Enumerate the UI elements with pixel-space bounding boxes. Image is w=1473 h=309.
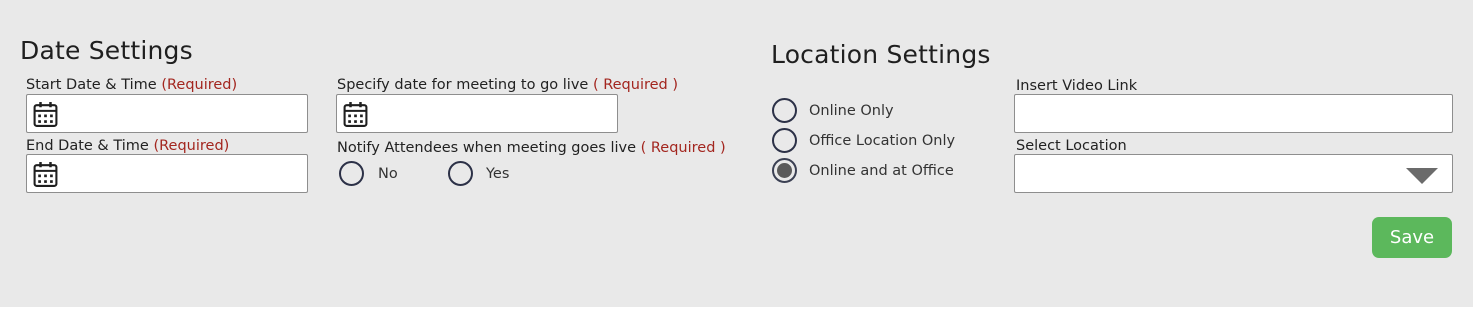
online-and-office-radio[interactable] (772, 158, 797, 183)
notify-no-label[interactable]: No (378, 166, 398, 182)
calendar-icon[interactable] (343, 101, 368, 128)
date-settings-title: Date Settings (20, 36, 193, 65)
select-location-dropdown[interactable] (1014, 154, 1453, 193)
start-date-label-text: Start Date & Time (26, 77, 157, 93)
required-marker: ( Required ) (592, 77, 679, 93)
online-only-label[interactable]: Online Only (809, 103, 894, 119)
notify-no-radio[interactable] (339, 161, 364, 186)
required-marker: ( Required ) (640, 140, 726, 156)
notify-yes-radio[interactable] (448, 161, 473, 186)
calendar-icon[interactable] (33, 161, 58, 188)
video-link-label: Insert Video Link (1016, 78, 1138, 94)
radio-selected-dot (777, 163, 792, 178)
calendar-icon[interactable] (33, 101, 58, 128)
end-date-label: End Date & Time (Required) (26, 138, 229, 154)
office-location-only-radio[interactable] (772, 128, 797, 153)
go-live-date-field[interactable] (336, 94, 618, 133)
online-only-radio[interactable] (772, 98, 797, 123)
video-link-input[interactable] (1014, 94, 1453, 133)
location-settings-title: Location Settings (771, 40, 991, 69)
end-date-label-text: End Date & Time (26, 138, 149, 154)
required-marker: (Required) (161, 77, 238, 93)
start-date-field[interactable] (26, 94, 308, 133)
go-live-label-text: Specify date for meeting to go live (337, 77, 589, 93)
select-location-label: Select Location (1016, 138, 1127, 154)
chevron-down-icon[interactable] (1406, 168, 1438, 184)
start-date-label: Start Date & Time (Required) (26, 77, 237, 93)
online-and-office-label[interactable]: Online and at Office (809, 163, 954, 179)
office-location-only-label[interactable]: Office Location Only (809, 133, 955, 149)
notify-attendees-label: Notify Attendees when meeting goes live … (337, 140, 726, 156)
required-marker: (Required) (153, 138, 230, 154)
notify-yes-label[interactable]: Yes (486, 166, 509, 182)
end-date-field[interactable] (26, 154, 308, 193)
go-live-date-label: Specify date for meeting to go live ( Re… (337, 77, 678, 93)
notify-label-text: Notify Attendees when meeting goes live (337, 140, 636, 156)
save-button[interactable]: Save (1372, 217, 1452, 258)
